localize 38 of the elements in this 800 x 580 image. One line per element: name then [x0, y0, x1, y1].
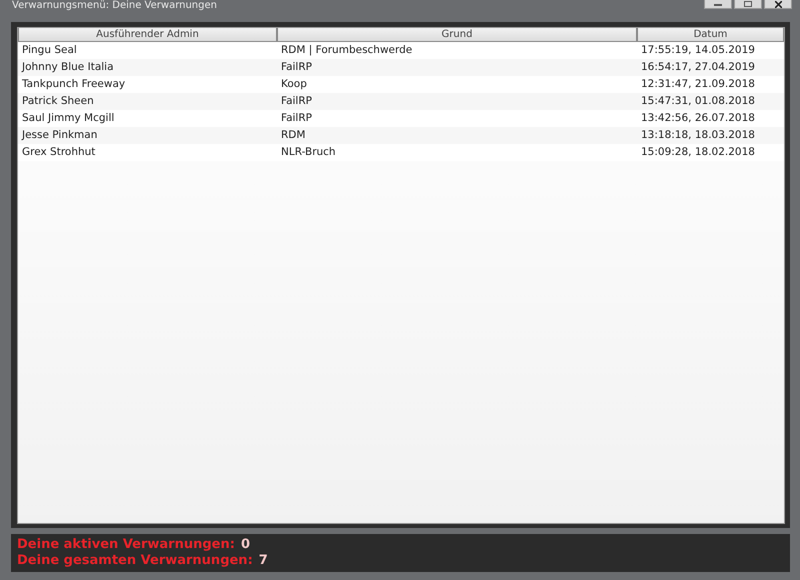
close-button[interactable]	[764, 0, 792, 9]
table-cell-text: FailRP	[280, 110, 313, 126]
table-row[interactable]: Patrick Sheen FailRP 15:47:31, 01.08.2018	[18, 92, 784, 110]
maximize-icon	[744, 1, 752, 7]
table-cell-text: Saul Jimmy Mcgill	[21, 110, 116, 126]
table-cell-text: 15:47:31, 01.08.2018	[640, 94, 756, 109]
table-cell-text: RDM | Forumbeschwerde	[280, 42, 414, 58]
table-cell-text: Pingu Seal	[21, 42, 78, 58]
table-row[interactable]: Grex Strohhut NLR-Bruch 15:09:28, 18.02.2018	[18, 144, 784, 161]
table-cell-text: Tankpunch Freeway	[21, 76, 126, 92]
table-row[interactable]: Jesse Pinkman RDM 13:18:18, 18.03.2018	[18, 126, 784, 144]
table-cell-text: NLR-Bruch	[280, 144, 337, 160]
summary-count: 7	[258, 553, 268, 569]
table-cell-text: FailRP	[280, 94, 313, 109]
table-cell-text: 12:31:47, 21.09.2018	[640, 76, 756, 92]
table-cell-text: Patrick Sheen	[21, 94, 95, 109]
summary-label: Deine gesamten Verwarnungen:	[17, 553, 253, 569]
table-cell-text: 13:18:18, 18.03.2018	[640, 128, 756, 143]
table-cell-text: Koop	[280, 76, 308, 92]
table-cell-text: 16:54:17, 27.04.2019	[640, 60, 756, 75]
maximize-button[interactable]	[734, 0, 762, 9]
table-cell-text: Jesse Pinkman	[20, 128, 98, 143]
table-row[interactable]: Johnny Blue Italia FailRP 16:54:17, 27.04.2019	[18, 58, 784, 76]
summary-count: 0	[240, 537, 250, 553]
table-cell-text: Johnny Blue Italia	[20, 60, 115, 75]
table-cell-text: RDM	[280, 128, 306, 143]
table-cell-text: 15:09:28, 18.02.2018	[640, 144, 756, 160]
table-cell-text: FailRP	[280, 60, 313, 75]
close-icon	[774, 0, 782, 8]
table-cell-text: Grex Strohhut	[21, 144, 96, 160]
summary-label: Deine aktiven Verwarnungen:	[17, 537, 235, 553]
column-header[interactable]: Grund	[277, 28, 637, 42]
window-title: Verwarnungsmenü: Deine Verwarnungen	[12, 0, 217, 12]
table-cell-text: 17:55:19, 14.05.2019	[640, 42, 756, 58]
column-header[interactable]: Datum	[637, 28, 784, 42]
table-cell-text: 13:42:56, 26.07.2018	[640, 110, 756, 126]
column-header[interactable]: Ausführender Admin	[18, 28, 277, 42]
minimize-button[interactable]	[704, 0, 732, 9]
